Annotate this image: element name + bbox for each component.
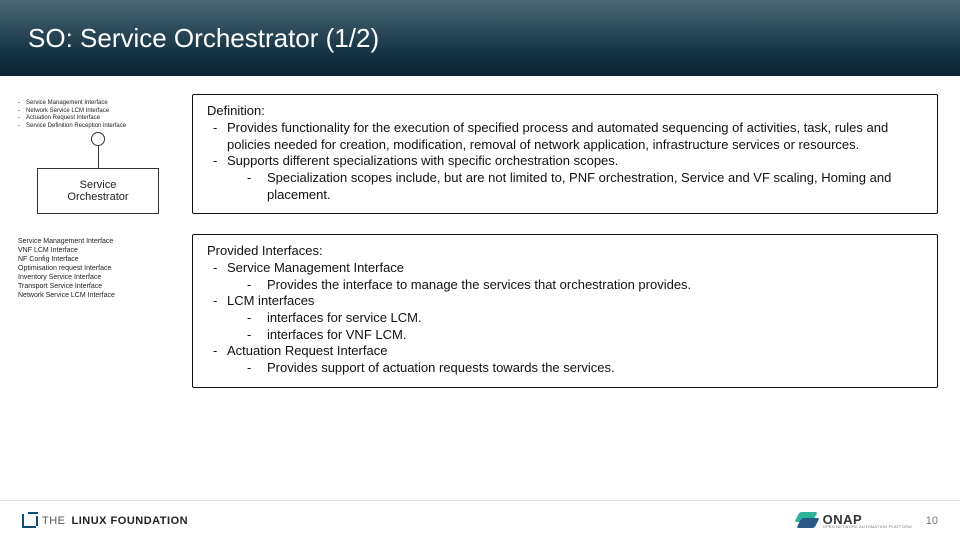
list-item: -LCM interfaces bbox=[207, 293, 923, 310]
panel-header: Provided Interfaces: bbox=[207, 243, 923, 258]
list-item-text: Actuation Request Interface bbox=[227, 343, 923, 360]
uml-lollipop-circle bbox=[91, 132, 105, 146]
slide-title: SO: Service Orchestrator (1/2) bbox=[28, 23, 379, 54]
page-number: 10 bbox=[926, 515, 938, 527]
lf-the: THE bbox=[42, 515, 66, 527]
uml-box: Service Orchestrator bbox=[37, 168, 159, 214]
top-interface-label: Service Management Interface bbox=[26, 100, 108, 108]
onap-logo: ONAP OPEN NETWORK AUTOMATION PLATFORM bbox=[795, 512, 912, 530]
list-item: -interfaces for service LCM. bbox=[207, 310, 923, 327]
top-interface-label: Actuation Request Interface bbox=[26, 115, 100, 123]
list-item: -Provides the interface to manage the se… bbox=[207, 277, 923, 294]
list-item: -Provides functionality for the executio… bbox=[207, 120, 923, 153]
list-item: -Service Management Interface bbox=[207, 260, 923, 277]
list-item-text: Service Management Interface bbox=[227, 260, 923, 277]
list-item: Service Management Interface bbox=[18, 238, 178, 247]
slide-body: -Service Management Interface -Network S… bbox=[0, 76, 960, 500]
list-item: Inventory Service Interface bbox=[18, 274, 178, 283]
list-item: -Provides support of actuation requests … bbox=[207, 360, 923, 377]
list-item: -Actuation Request Interface bbox=[207, 343, 923, 360]
right-column: Definition: -Provides functionality for … bbox=[192, 94, 938, 500]
list-item-text: Supports different specializations with … bbox=[227, 153, 923, 170]
list-item: -Service Management Interface bbox=[18, 100, 178, 108]
left-column: -Service Management Interface -Network S… bbox=[18, 94, 178, 500]
list-item: VNF LCM Interface bbox=[18, 247, 178, 256]
top-interface-label: Network Service LCM Interface bbox=[26, 108, 109, 116]
footer-right: ONAP OPEN NETWORK AUTOMATION PLATFORM 10 bbox=[795, 512, 938, 530]
list-item: -Supports different specializations with… bbox=[207, 153, 923, 170]
list-item-text: Provides the interface to manage the ser… bbox=[267, 277, 923, 294]
list-item: -interfaces for VNF LCM. bbox=[207, 327, 923, 344]
list-item: Network Service LCM Interface bbox=[18, 292, 178, 301]
list-item-text: Provides support of actuation requests t… bbox=[267, 360, 923, 377]
top-interface-list: -Service Management Interface -Network S… bbox=[18, 100, 178, 130]
uml-box-line1: Service bbox=[42, 179, 154, 191]
list-item: -Service Definition Reception interface bbox=[18, 123, 178, 131]
linux-foundation-logo: THE LINUX FOUNDATION bbox=[22, 514, 188, 528]
definition-panel: Definition: -Provides functionality for … bbox=[192, 94, 938, 214]
list-item-text: interfaces for service LCM. bbox=[267, 310, 923, 327]
list-item: -Actuation Request Interface bbox=[18, 115, 178, 123]
list-item: NF Config Interface bbox=[18, 256, 178, 265]
list-item: Transport Service Interface bbox=[18, 283, 178, 292]
list-item-text: Specialization scopes include, but are n… bbox=[267, 170, 923, 203]
uml-box-line2: Orchestrator bbox=[42, 191, 154, 203]
slide-footer: THE LINUX FOUNDATION ONAP OPEN NETWORK A… bbox=[0, 500, 960, 540]
uml-component: Service Orchestrator bbox=[18, 132, 178, 214]
slide-title-bar: SO: Service Orchestrator (1/2) bbox=[0, 0, 960, 76]
bottom-interface-list: Service Management Interface VNF LCM Int… bbox=[18, 238, 178, 301]
list-item: -Specialization scopes include, but are … bbox=[207, 170, 923, 203]
onap-tagline: OPEN NETWORK AUTOMATION PLATFORM bbox=[823, 525, 912, 529]
onap-icon bbox=[795, 512, 817, 530]
linux-foundation-icon bbox=[22, 514, 36, 528]
list-item-text: LCM interfaces bbox=[227, 293, 923, 310]
list-item: -Network Service LCM Interface bbox=[18, 108, 178, 116]
top-interface-label: Service Definition Reception interface bbox=[26, 123, 126, 131]
panel-header: Definition: bbox=[207, 103, 923, 118]
list-item-text: Provides functionality for the execution… bbox=[227, 120, 923, 153]
list-item-text: interfaces for VNF LCM. bbox=[267, 327, 923, 344]
lf-name: LINUX FOUNDATION bbox=[72, 515, 189, 527]
list-item: Optimisation request Interface bbox=[18, 265, 178, 274]
uml-lollipop-line bbox=[98, 146, 99, 168]
uml-lollipop bbox=[91, 132, 105, 168]
provided-interfaces-panel: Provided Interfaces: -Service Management… bbox=[192, 234, 938, 387]
